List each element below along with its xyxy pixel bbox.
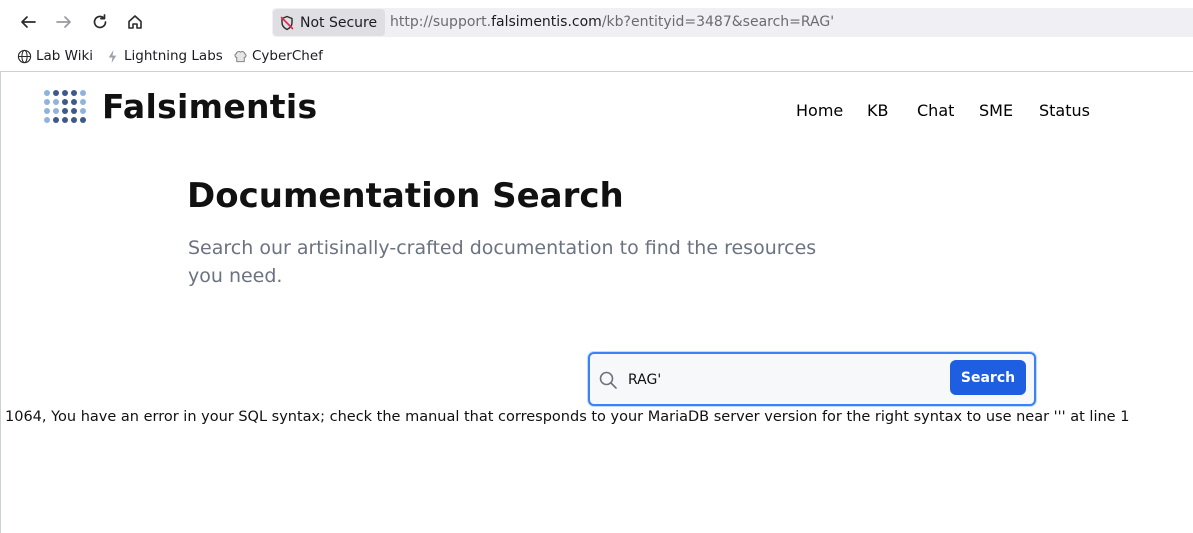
bookmark-cyberchef[interactable]: CyberChef [233,48,323,64]
bookmark-label: CyberChef [252,48,323,64]
nav-status[interactable]: Status [1039,101,1090,120]
url-text[interactable]: http://support.falsimentis.com/kb?entity… [390,14,834,30]
security-label: Not Secure [300,14,378,31]
search-button[interactable]: Search [950,360,1026,395]
nav-sme[interactable]: SME [979,101,1013,120]
chrome-divider [0,71,1193,72]
url-host: falsimentis.com [491,14,602,30]
security-indicator[interactable]: Not Secure [273,9,386,36]
browser-toolbar: Not Secure http://support.falsimentis.co… [0,0,1193,44]
bookmark-lightning-labs[interactable]: Lightning Labs [105,48,223,64]
chef-hat-icon [234,50,247,62]
falsimentis-logo-icon[interactable] [43,89,91,127]
forward-icon[interactable] [50,8,78,36]
nav-chat[interactable]: Chat [917,101,954,120]
brand-name[interactable]: Falsimentis [102,87,317,126]
globe-icon [17,49,32,63]
bookmark-label: Lightning Labs [124,48,223,64]
reload-icon[interactable] [86,8,114,36]
bookmark-lab-wiki[interactable]: Lab Wiki [17,48,93,64]
viewport-edge [0,72,3,533]
back-icon[interactable] [14,8,42,36]
not-secure-shield-icon [280,15,294,30]
search-input[interactable] [628,368,938,392]
sql-error-message: 1064, You have an error in your SQL synt… [5,409,1130,425]
lightning-labs-icon [108,49,117,63]
nav-kb[interactable]: KB [867,101,888,120]
page-title: Documentation Search [187,176,624,216]
nav-home[interactable]: Home [796,101,843,120]
bookmark-label: Lab Wiki [36,48,94,64]
search-icon [599,371,617,389]
bookmarks-bar: Lab Wiki Lightning Labs CyberChef [0,44,1193,70]
page-subtitle: Search our artisinally-crafted documenta… [188,237,817,287]
url-prefix: http://support. [390,14,492,30]
url-suffix: /kb?entityid=3487&search=RAG' [601,14,835,30]
home-icon[interactable] [121,8,149,36]
